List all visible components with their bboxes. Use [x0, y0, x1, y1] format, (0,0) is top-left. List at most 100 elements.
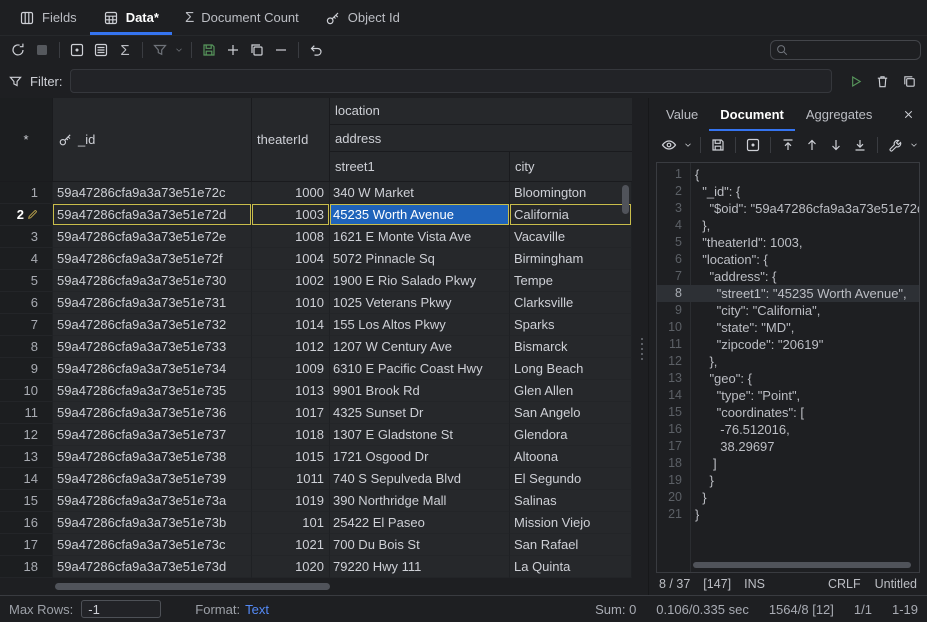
editor-horizontal-scrollbar-thumb[interactable]	[693, 562, 911, 568]
cell-id[interactable]: 59a47286cfa9a3a73e51e73b	[53, 512, 252, 534]
editor-line[interactable]: 9 "city": "California",	[657, 302, 919, 319]
tab-document-count[interactable]: Σ Document Count	[172, 0, 312, 35]
row-number[interactable]: 11	[0, 402, 53, 424]
cell-theater-id[interactable]: 1000	[252, 182, 330, 204]
cell-id[interactable]: 59a47286cfa9a3a73e51e735	[53, 380, 252, 402]
undo-button[interactable]	[304, 39, 328, 61]
copy-filter-button[interactable]	[899, 71, 919, 91]
max-rows-input[interactable]	[81, 600, 161, 618]
cell-street1[interactable]: 45235 Worth Avenue	[330, 204, 510, 226]
row-number[interactable]: 5	[0, 270, 53, 292]
cell-id[interactable]: 59a47286cfa9a3a73e51e733	[53, 336, 252, 358]
editor-line[interactable]: 10 "state": "MD",	[657, 319, 919, 336]
document-editor[interactable]: 1{2 "_id": {3 "$oid": "59a47286cfa9a3a73…	[656, 162, 920, 573]
cell-city[interactable]: Altoona	[510, 446, 632, 468]
editor-line[interactable]: 8 "street1": "45235 Worth Avenue",	[657, 285, 919, 302]
clear-filter-button[interactable]	[872, 71, 892, 91]
cell-city[interactable]: Mission Viejo	[510, 512, 632, 534]
last-row-button[interactable]	[848, 134, 872, 156]
next-row-button[interactable]	[824, 134, 848, 156]
cell-city[interactable]: El Segundo	[510, 468, 632, 490]
row-number[interactable]: 3	[0, 226, 53, 248]
cell-city[interactable]: California	[510, 204, 632, 226]
filter-dropdown-button[interactable]	[172, 39, 186, 61]
cell-street1[interactable]: 740 S Sepulveda Blvd	[330, 468, 510, 490]
cell-theater-id[interactable]: 1021	[252, 534, 330, 556]
single-record-view-button[interactable]	[65, 39, 89, 61]
refresh-button[interactable]	[6, 39, 30, 61]
cell-street1[interactable]: 700 Du Bois St	[330, 534, 510, 556]
cell-theater-id[interactable]: 1008	[252, 226, 330, 248]
tab-data[interactable]: Data*	[90, 0, 172, 35]
page-indicator[interactable]: 1/1	[854, 602, 872, 617]
cell-street1[interactable]: 6310 E Pacific Coast Hwy	[330, 358, 510, 380]
editor-line[interactable]: 15 "coordinates": [	[657, 404, 919, 421]
vertical-scrollbar-thumb[interactable]	[622, 185, 629, 214]
view-mode-button[interactable]	[657, 134, 681, 156]
cell-city[interactable]: Long Beach	[510, 358, 632, 380]
row-number[interactable]: 2	[0, 204, 53, 226]
cell-street1[interactable]: 1900 E Rio Salado Pkwy	[330, 270, 510, 292]
splitter-grip[interactable]	[641, 338, 643, 360]
editor-line[interactable]: 6 "location": {	[657, 251, 919, 268]
column-header-theater-id[interactable]: theaterId	[252, 98, 330, 181]
record-view-button[interactable]	[741, 134, 765, 156]
close-panel-button[interactable]	[896, 98, 921, 131]
editor-line[interactable]: 5 "theaterId": 1003,	[657, 234, 919, 251]
stop-button[interactable]	[30, 39, 54, 61]
row-number[interactable]: 18	[0, 556, 53, 578]
tab-object-id[interactable]: Object Id	[312, 0, 413, 35]
row-number[interactable]: 7	[0, 314, 53, 336]
settings-button[interactable]	[883, 134, 907, 156]
table-search-field[interactable]	[770, 40, 921, 60]
row-number[interactable]: 8	[0, 336, 53, 358]
view-mode-dropdown[interactable]	[681, 134, 695, 156]
horizontal-scrollbar-thumb[interactable]	[55, 583, 330, 590]
cell-street1[interactable]: 25422 El Paseo	[330, 512, 510, 534]
editor-line[interactable]: 14 "type": "Point",	[657, 387, 919, 404]
cell-city[interactable]: La Quinta	[510, 556, 632, 578]
save-changes-button[interactable]	[197, 39, 221, 61]
cell-theater-id[interactable]: 101	[252, 512, 330, 534]
aggregate-button[interactable]: Σ	[113, 39, 137, 61]
caret-position[interactable]: 8 / 37	[659, 577, 690, 591]
editor-line[interactable]: 16 -76.512016,	[657, 421, 919, 438]
cell-theater-id[interactable]: 1015	[252, 446, 330, 468]
cell-theater-id[interactable]: 1020	[252, 556, 330, 578]
editor-line[interactable]: 19 }	[657, 472, 919, 489]
group-header-address[interactable]: address	[330, 125, 632, 153]
cell-id[interactable]: 59a47286cfa9a3a73e51e736	[53, 402, 252, 424]
filter-input[interactable]	[70, 69, 833, 93]
tab-aggregates[interactable]: Aggregates	[795, 98, 884, 131]
run-filter-button[interactable]	[845, 71, 865, 91]
first-row-button[interactable]	[776, 134, 800, 156]
previous-row-button[interactable]	[800, 134, 824, 156]
editor-line[interactable]: 21}	[657, 506, 919, 523]
editor-line[interactable]: 7 "address": {	[657, 268, 919, 285]
cell-street1[interactable]: 1721 Osgood Dr	[330, 446, 510, 468]
cell-theater-id[interactable]: 1009	[252, 358, 330, 380]
cell-id[interactable]: 59a47286cfa9a3a73e51e731	[53, 292, 252, 314]
cell-id[interactable]: 59a47286cfa9a3a73e51e73c	[53, 534, 252, 556]
cell-id[interactable]: 59a47286cfa9a3a73e51e738	[53, 446, 252, 468]
column-header-star[interactable]: *	[0, 98, 53, 181]
cell-street1[interactable]: 1621 E Monte Vista Ave	[330, 226, 510, 248]
row-number[interactable]: 12	[0, 424, 53, 446]
editor-line[interactable]: 3 "$oid": "59a47286cfa9a3a73e51e72d"	[657, 200, 919, 217]
cell-id[interactable]: 59a47286cfa9a3a73e51e72c	[53, 182, 252, 204]
cell-street1[interactable]: 340 W Market	[330, 182, 510, 204]
cell-id[interactable]: 59a47286cfa9a3a73e51e730	[53, 270, 252, 292]
text-view-button[interactable]	[89, 39, 113, 61]
column-header-id[interactable]: _id	[53, 98, 252, 181]
cell-street1[interactable]: 1307 E Gladstone St	[330, 424, 510, 446]
cell-theater-id[interactable]: 1010	[252, 292, 330, 314]
editor-line[interactable]: 13 "geo": {	[657, 370, 919, 387]
cell-id[interactable]: 59a47286cfa9a3a73e51e72e	[53, 226, 252, 248]
cell-city[interactable]: Birmingham	[510, 248, 632, 270]
add-row-button[interactable]	[221, 39, 245, 61]
cell-id[interactable]: 59a47286cfa9a3a73e51e72f	[53, 248, 252, 270]
cell-id[interactable]: 59a47286cfa9a3a73e51e73a	[53, 490, 252, 512]
editor-line[interactable]: 11 "zipcode": "20619"	[657, 336, 919, 353]
group-header-location[interactable]: location	[330, 98, 632, 125]
editor-line[interactable]: 12 },	[657, 353, 919, 370]
